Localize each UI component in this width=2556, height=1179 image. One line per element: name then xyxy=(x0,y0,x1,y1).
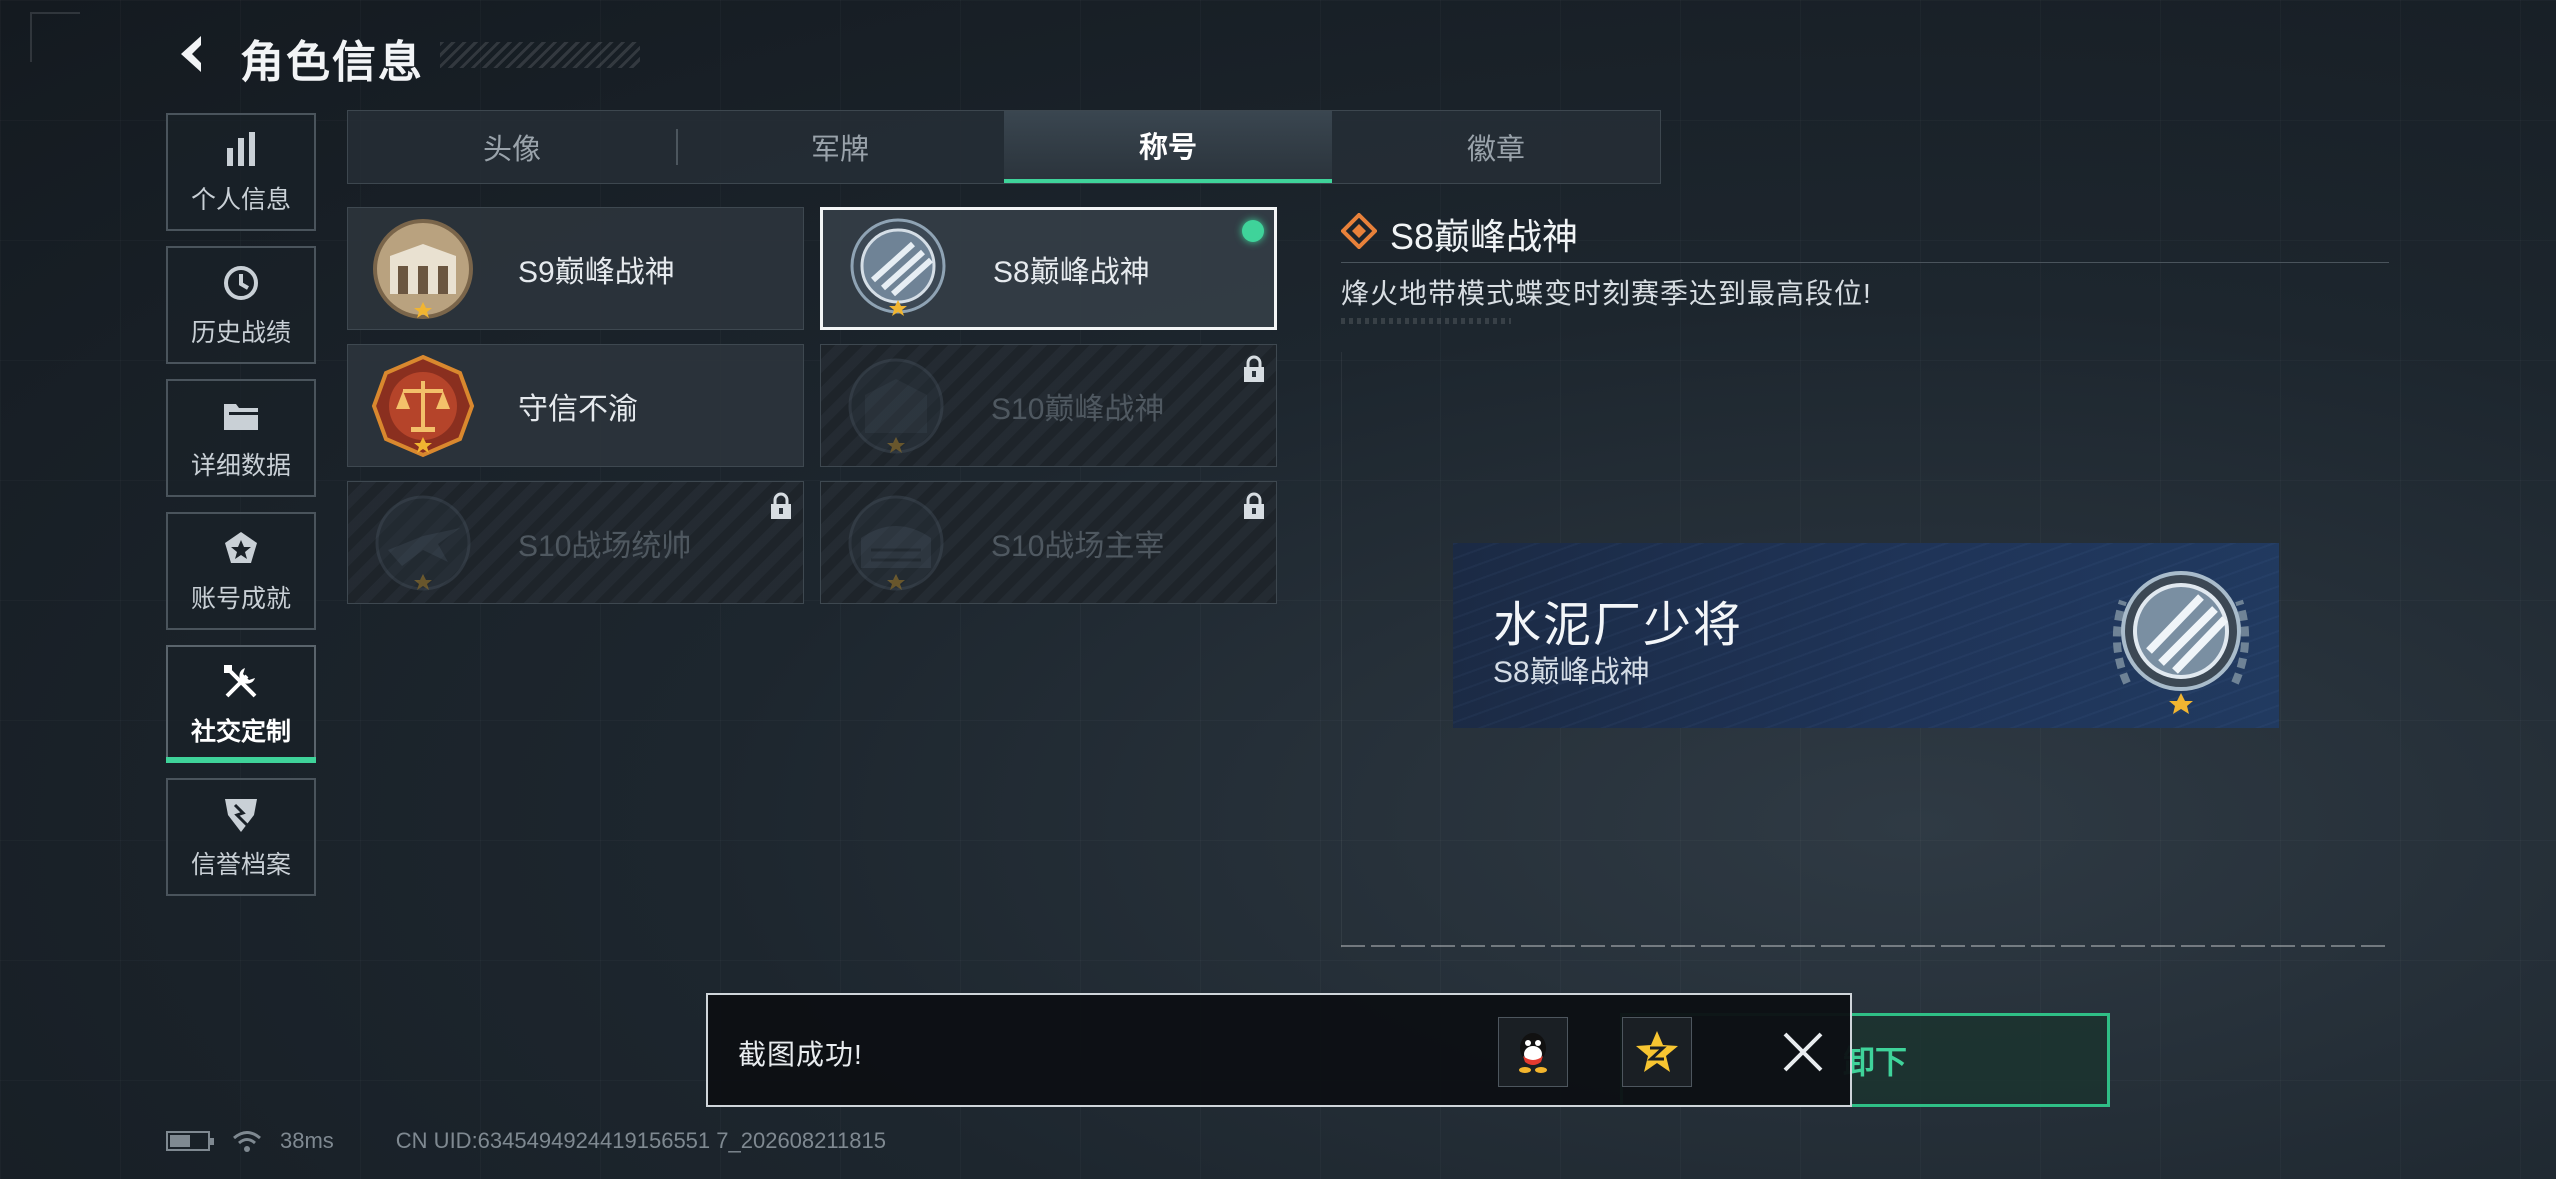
arch-emblem-icon xyxy=(373,218,473,319)
user-uid: CN UID:6345494924419156551 7_20260821181… xyxy=(395,1128,886,1153)
diamond-title-icon xyxy=(1341,213,1377,249)
status-bar: 38ms CN UID:6345494924419156551 7_202608… xyxy=(166,1128,886,1154)
share-qq-button[interactable] xyxy=(1498,1017,1568,1087)
sidebar-item-details[interactable]: 详细数据 xyxy=(166,379,316,497)
bar-chart-icon xyxy=(219,128,263,172)
sidebar-item-label: 个人信息 xyxy=(190,186,291,214)
title-card-s10-peak[interactable]: S10巅峰战神 xyxy=(820,344,1277,467)
history-icon xyxy=(219,261,263,305)
back-button[interactable] xyxy=(160,24,226,84)
title-card-name: S10巅峰战神 xyxy=(991,392,1165,426)
nameplate-preview: 水泥厂少将 S8巅峰战神 xyxy=(1453,543,2279,728)
share-qzone-button[interactable] xyxy=(1622,1017,1692,1087)
sidebar-item-label: 详细数据 xyxy=(190,452,291,480)
corner-decoration xyxy=(30,12,80,62)
toast-message: 截图成功! xyxy=(738,1039,863,1070)
sidebar-item-label: 历史战绩 xyxy=(190,319,291,347)
title-card-name: S9巅峰战神 xyxy=(518,255,675,289)
title-card-s10-dominator[interactable]: S10战场主宰 xyxy=(820,481,1277,604)
ping-value: 38ms xyxy=(280,1128,334,1153)
close-icon xyxy=(1783,1032,1823,1072)
sidebar-item-achievements[interactable]: 账号成就 xyxy=(166,512,316,630)
tab-dogtag[interactable]: 军牌 xyxy=(676,111,1004,183)
sidebar-item-label: 信誉档案 xyxy=(190,851,291,879)
detail-title: S8巅峰战神 xyxy=(1390,216,1579,257)
category-tabs: 头像 军牌 称号 徽章 xyxy=(347,110,1661,184)
qq-icon xyxy=(1519,1033,1547,1073)
jet-emblem-icon xyxy=(375,495,471,590)
colosseum-emblem-icon xyxy=(848,495,944,590)
sidebar: 个人信息 历史战绩 详细数据 账号成就 社交定制 信誉档案 xyxy=(166,113,316,911)
page-title: 角色信息 xyxy=(240,38,424,87)
screenshot-toast: 截图成功! xyxy=(706,993,1852,1107)
title-grid: S9巅峰战神 S8巅峰战神 守信不渝 S10巅峰战神 S10战场统帅 S10战场… xyxy=(347,207,1283,604)
nameplate-title: S8巅峰战神 xyxy=(1493,656,1650,689)
folder-icon xyxy=(219,394,263,438)
shield-emblem-icon xyxy=(850,218,946,316)
title-card-s9[interactable]: S9巅峰战神 xyxy=(347,207,804,330)
sidebar-item-history[interactable]: 历史战绩 xyxy=(166,246,316,364)
tab-title[interactable]: 称号 xyxy=(1004,111,1332,183)
lock-icon xyxy=(1244,492,1264,519)
achievement-icon xyxy=(219,527,263,571)
shield-icon xyxy=(219,793,263,837)
wifi-icon xyxy=(233,1131,261,1152)
qzone-star-icon xyxy=(1636,1031,1678,1072)
tab-avatar[interactable]: 头像 xyxy=(348,111,676,183)
scales-emblem-icon xyxy=(371,354,475,457)
title-card-trustworthy[interactable]: 守信不渝 xyxy=(347,344,804,467)
detail-decoration xyxy=(1341,318,1511,324)
title-card-name: S10战场主宰 xyxy=(991,529,1165,563)
sidebar-item-social-custom[interactable]: 社交定制 xyxy=(166,645,316,763)
battery-icon xyxy=(166,1131,214,1151)
sidebar-item-credit[interactable]: 信誉档案 xyxy=(166,778,316,896)
sidebar-item-personal-info[interactable]: 个人信息 xyxy=(166,113,316,231)
sidebar-item-label: 社交定制 xyxy=(190,718,291,746)
lock-icon xyxy=(1244,355,1264,382)
sidebar-item-label: 账号成就 xyxy=(190,585,291,613)
title-decoration xyxy=(440,42,640,68)
back-arrow-icon xyxy=(181,36,201,72)
title-card-s8[interactable]: S8巅峰战神 xyxy=(820,207,1277,330)
equipped-indicator xyxy=(1242,220,1264,242)
tools-icon xyxy=(219,660,263,704)
toast-close-button[interactable] xyxy=(1768,1017,1838,1087)
nameplate-player-name: 水泥厂少将 xyxy=(1493,599,1744,652)
title-card-name: S10战场统帅 xyxy=(518,529,692,563)
preview-bottom-rule xyxy=(1341,945,2389,947)
detail-divider xyxy=(1341,262,2389,263)
shield-emblem-icon xyxy=(2112,571,2250,714)
title-card-s10-commander[interactable]: S10战场统帅 xyxy=(347,481,804,604)
lock-icon xyxy=(771,492,791,519)
tab-badge[interactable]: 徽章 xyxy=(1332,111,1660,183)
title-card-name: 守信不渝 xyxy=(518,392,638,426)
detail-description: 烽火地带模式蝶变时刻赛季达到最高段位! xyxy=(1341,278,1872,309)
title-card-name: S8巅峰战神 xyxy=(993,255,1150,289)
arch-emblem-icon xyxy=(848,358,944,453)
